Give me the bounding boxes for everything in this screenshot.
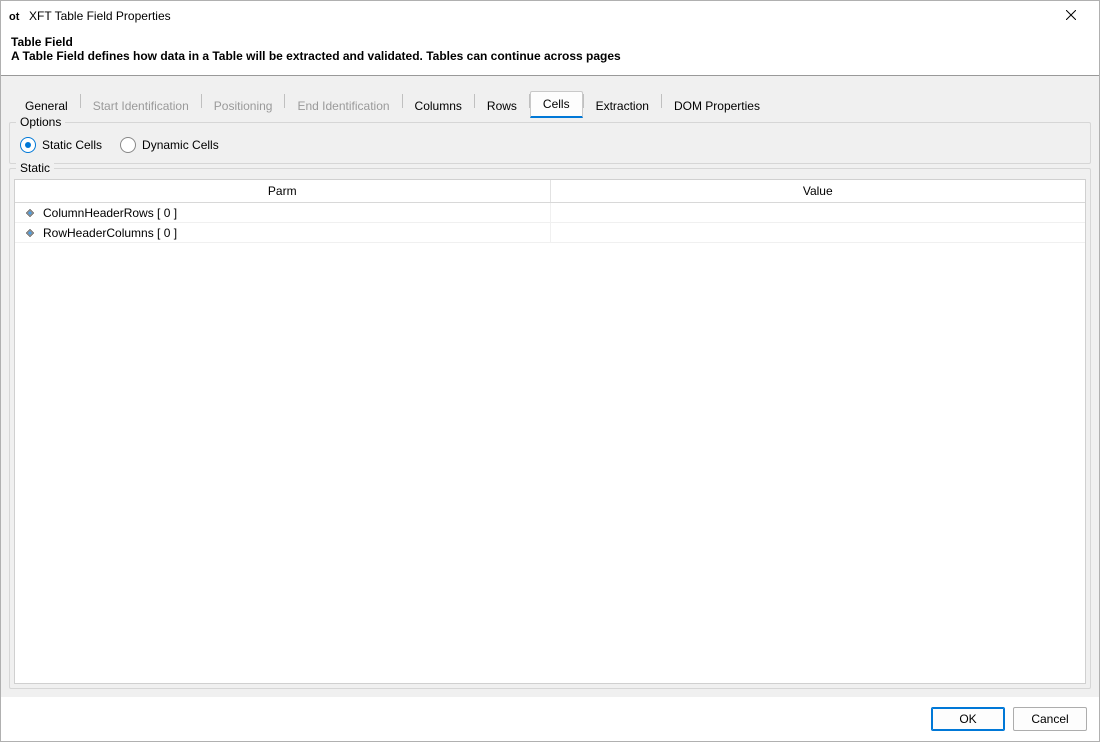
dialog-footer: OK Cancel	[1, 697, 1099, 741]
col-header-value[interactable]: Value	[551, 180, 1086, 202]
table-body: ColumnHeaderRows [ 0 ] RowHeaderColumns …	[15, 203, 1085, 683]
static-group-label: Static	[16, 161, 54, 175]
options-group-label: Options	[16, 115, 65, 129]
tab-rows[interactable]: Rows	[475, 94, 529, 118]
tab-dom-properties[interactable]: DOM Properties	[662, 94, 772, 118]
dialog-window: ot XFT Table Field Properties Table Fiel…	[0, 0, 1100, 742]
app-icon: ot	[9, 9, 23, 23]
ok-button[interactable]: OK	[931, 707, 1005, 731]
property-icon	[23, 206, 37, 220]
radio-icon	[120, 137, 136, 153]
table-row[interactable]: RowHeaderColumns [ 0 ]	[15, 223, 1085, 243]
content-area: General Start Identification Positioning…	[1, 76, 1099, 697]
table-header: Parm Value	[15, 180, 1085, 203]
radio-dynamic-cells[interactable]: Dynamic Cells	[120, 137, 219, 153]
cell-parm-text: ColumnHeaderRows [ 0 ]	[43, 206, 177, 220]
cell-parm-text: RowHeaderColumns [ 0 ]	[43, 226, 177, 240]
tab-start-identification: Start Identification	[81, 94, 201, 118]
property-icon	[23, 226, 37, 240]
tab-extraction[interactable]: Extraction	[584, 94, 661, 118]
header-block: Table Field A Table Field defines how da…	[1, 31, 1099, 76]
cell-parm: ColumnHeaderRows [ 0 ]	[15, 203, 551, 222]
close-icon	[1066, 9, 1076, 23]
page-description: A Table Field defines how data in a Tabl…	[11, 49, 1089, 63]
radio-static-cells[interactable]: Static Cells	[20, 137, 102, 153]
cell-value	[551, 223, 1086, 242]
close-button[interactable]	[1051, 2, 1091, 30]
page-title: Table Field	[11, 35, 1089, 49]
radio-static-label: Static Cells	[42, 138, 102, 152]
titlebar: ot XFT Table Field Properties	[1, 1, 1099, 31]
tab-end-identification: End Identification	[285, 94, 401, 118]
col-header-parm[interactable]: Parm	[15, 180, 551, 202]
tab-columns[interactable]: Columns	[403, 94, 474, 118]
table-row[interactable]: ColumnHeaderRows [ 0 ]	[15, 203, 1085, 223]
tab-bar: General Start Identification Positioning…	[9, 76, 1091, 118]
window-title: XFT Table Field Properties	[29, 9, 1051, 23]
radio-dynamic-label: Dynamic Cells	[142, 138, 219, 152]
radio-icon	[20, 137, 36, 153]
cell-value	[551, 203, 1086, 222]
options-group: Options Static Cells Dynamic Cells	[9, 122, 1091, 164]
parm-table: Parm Value ColumnHeaderRows [ 0 ]	[14, 179, 1086, 684]
svg-text:ot: ot	[9, 11, 20, 23]
options-row: Static Cells Dynamic Cells	[18, 135, 1082, 155]
tab-positioning: Positioning	[202, 94, 285, 118]
cell-parm: RowHeaderColumns [ 0 ]	[15, 223, 551, 242]
static-group: Static Parm Value ColumnHeaderRows [ 0 ]	[9, 168, 1091, 689]
cancel-button[interactable]: Cancel	[1013, 707, 1087, 731]
tab-cells[interactable]: Cells	[530, 91, 583, 118]
